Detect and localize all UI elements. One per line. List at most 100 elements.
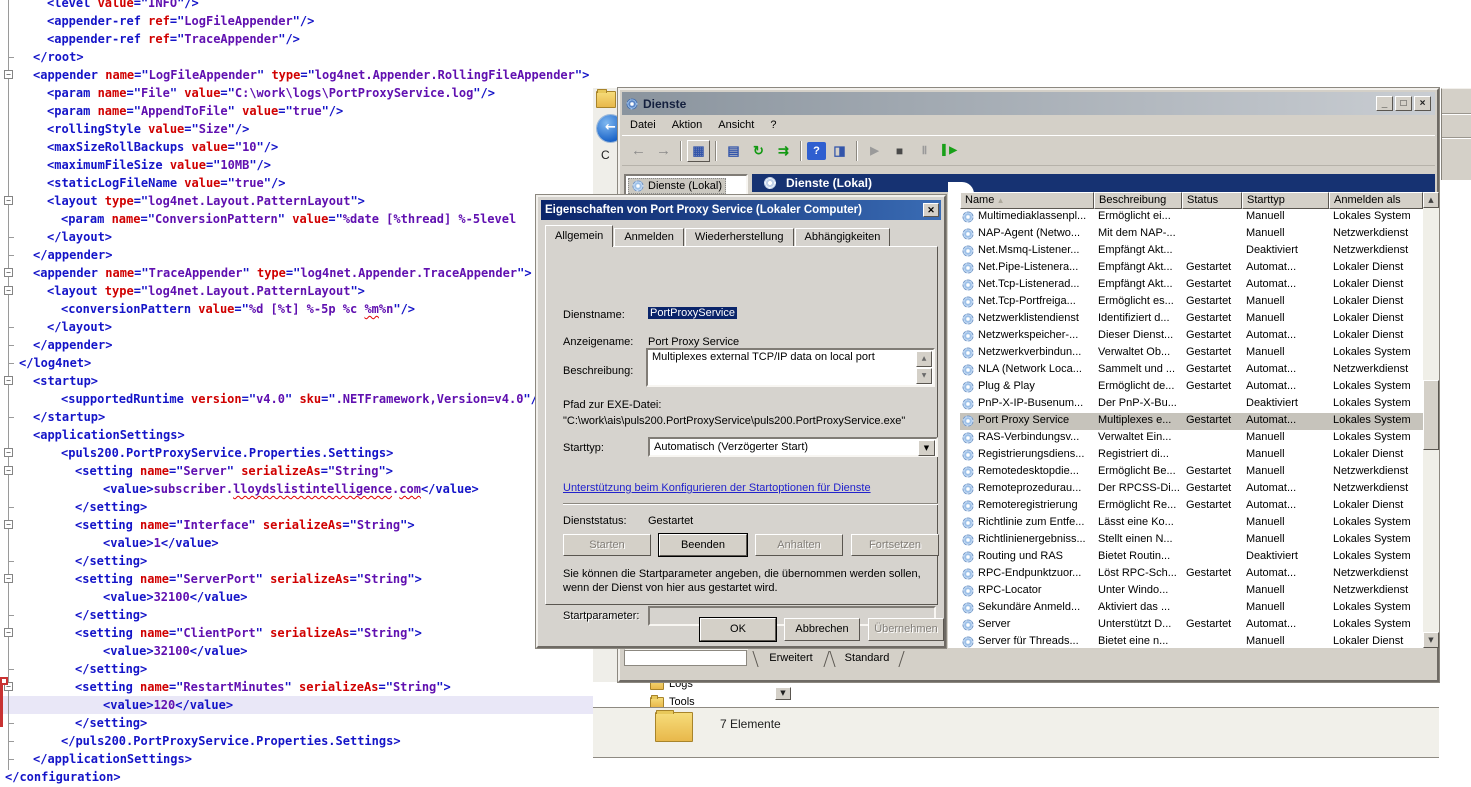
tab-allgemein[interactable]: Allgemein: [545, 225, 613, 247]
pause-service-icon[interactable]: Ⅱ: [913, 140, 936, 162]
service-row[interactable]: Net.Tcp-Listenerad...Empfängt Akt...Gest…: [960, 277, 1423, 294]
menu-ansicht[interactable]: Ansicht: [710, 117, 762, 133]
service-row[interactable]: RemoteregistrierungErmöglicht Re...Gesta…: [960, 498, 1423, 515]
close-button[interactable]: ×: [1414, 96, 1431, 111]
tab-erweitert[interactable]: Erweitert: [759, 651, 823, 667]
refresh-icon[interactable]: ↻: [747, 140, 770, 162]
startoptions-help-link[interactable]: Unterstützung beim Konfigurieren der Sta…: [563, 482, 871, 494]
abbrechen-button[interactable]: Abbrechen: [784, 618, 860, 641]
service-row[interactable]: RAS-Verbindungsv...Verwaltet Ein...Manue…: [960, 430, 1423, 447]
tab-anmelden[interactable]: Anmelden: [614, 228, 684, 247]
service-row[interactable]: NetzwerklistendienstIdentifiziert d...Ge…: [960, 311, 1423, 328]
start-service-icon[interactable]: ▶: [863, 140, 886, 162]
service-row[interactable]: Port Proxy ServiceMultiplexes e...Gestar…: [960, 413, 1423, 430]
service-row[interactable]: NAP-Agent (Netwo...Mit dem NAP-...Manuel…: [960, 226, 1423, 243]
restart-service-icon[interactable]: ▌▶: [938, 140, 961, 162]
service-row[interactable]: Registrierungsdiens...Registriert di...M…: [960, 447, 1423, 464]
menu-datei[interactable]: Datei: [622, 117, 664, 133]
beenden-button[interactable]: Beenden: [659, 534, 747, 556]
fold-collapse-icon[interactable]: −: [4, 520, 13, 529]
beschreibung-box[interactable]: Multiplexes external TCP/IP data on loca…: [646, 348, 935, 387]
scroll-up-icon[interactable]: ▲: [1423, 192, 1439, 208]
services-title-bar[interactable]: Dienste _ □ ×: [622, 92, 1435, 115]
combo-dropdown-icon[interactable]: ▼: [918, 440, 935, 456]
desc-scroll-up-icon[interactable]: ▲: [916, 351, 932, 367]
scroll-down-icon[interactable]: ▼: [1423, 632, 1439, 648]
fold-collapse-icon[interactable]: −: [4, 286, 13, 295]
menu-aktion[interactable]: Aktion: [664, 117, 711, 133]
service-row[interactable]: Remotedesktopdie...Ermöglicht Be...Gesta…: [960, 464, 1423, 481]
starten-button[interactable]: Starten: [563, 534, 651, 556]
dialog-close-icon[interactable]: ✕: [923, 203, 939, 217]
service-row[interactable]: NLA (Network Loca...Sammelt und ...Gesta…: [960, 362, 1423, 379]
column-header-name[interactable]: Name ▲: [960, 192, 1094, 209]
service-row[interactable]: Richtlinie zum Entfe...Lässt eine Ko...M…: [960, 515, 1423, 532]
minimize-button[interactable]: _: [1376, 96, 1393, 111]
fold-collapse-icon[interactable]: −: [4, 268, 13, 277]
column-header-beschreibung[interactable]: Beschreibung: [1094, 192, 1182, 209]
column-header-starttyp[interactable]: Starttyp: [1242, 192, 1329, 209]
explorer-combo-dropdown[interactable]: ▼: [775, 687, 791, 700]
tab-abhängigkeiten[interactable]: Abhängigkeiten: [795, 228, 891, 247]
service-starttype: Manuell: [1246, 431, 1285, 443]
service-row[interactable]: PnP-X-IP-Busenum...Der PnP-X-Bu...Deakti…: [960, 396, 1423, 413]
service-row[interactable]: Multimediaklassenpl...Ermöglicht ei...Ma…: [960, 209, 1423, 226]
service-logon: Lokaler Dienst: [1333, 329, 1403, 341]
fortsetzen-button[interactable]: Fortsetzen: [851, 534, 939, 556]
desc-scroll-down-icon[interactable]: ▼: [916, 368, 932, 384]
properties-icon[interactable]: ▤: [722, 140, 745, 162]
extended-view-icon[interactable]: ◨: [828, 140, 851, 162]
service-row[interactable]: ServerUnterstützt D...GestartetAutomat..…: [960, 617, 1423, 634]
anhalten-button[interactable]: Anhalten: [755, 534, 843, 556]
service-row[interactable]: Plug & PlayErmöglicht de...GestartetAuto…: [960, 379, 1423, 396]
tab-wiederherstellung[interactable]: Wiederherstellung: [685, 228, 794, 247]
stop-service-icon[interactable]: ■: [888, 140, 911, 162]
fold-collapse-icon[interactable]: −: [4, 70, 13, 79]
service-row[interactable]: RPC-LocatorUnter Windo...ManuellNetzwerk…: [960, 583, 1423, 600]
service-row[interactable]: Sekundäre Anmeld...Aktiviert das ...Manu…: [960, 600, 1423, 617]
service-row[interactable]: Netzwerkspeicher-...Dieser Dienst...Gest…: [960, 328, 1423, 345]
fold-collapse-icon[interactable]: −: [4, 466, 13, 475]
menu-?[interactable]: ?: [762, 117, 784, 133]
service-row[interactable]: Server für Threads...Bietet eine n...Man…: [960, 634, 1423, 648]
service-gear-icon: [962, 347, 973, 358]
column-header-anmelden-als[interactable]: Anmelden als: [1329, 192, 1423, 209]
tab-standard[interactable]: Standard: [836, 651, 898, 667]
export-list-icon[interactable]: ⇉: [772, 140, 795, 162]
service-row[interactable]: Routing und RASBietet Routin...Deaktivie…: [960, 549, 1423, 566]
fold-collapse-icon[interactable]: −: [4, 628, 13, 637]
fold-collapse-icon[interactable]: −: [4, 448, 13, 457]
services-scrollbar[interactable]: ▲ ▼: [1423, 192, 1439, 648]
help-icon[interactable]: ?: [807, 142, 826, 160]
fold-collapse-icon[interactable]: −: [4, 574, 13, 583]
starttyp-combobox[interactable]: Automatisch (Verzögerter Start) ▼: [648, 437, 938, 457]
column-header-status[interactable]: Status: [1182, 192, 1242, 209]
uebernehmen-button[interactable]: Übernehmen: [868, 618, 944, 641]
service-status: Gestartet: [1186, 567, 1231, 579]
code-line: <puls200.PortProxyService.Properties.Set…: [0, 444, 612, 462]
ok-button[interactable]: OK: [700, 618, 776, 641]
dialog-title-bar[interactable]: Eigenschaften von Port Proxy Service (Lo…: [541, 200, 941, 220]
maximize-button[interactable]: □: [1395, 96, 1412, 111]
console-tree-icon[interactable]: ▦: [687, 140, 710, 162]
service-row[interactable]: Remoteprozedurau...Der RPCSS-Di...Gestar…: [960, 481, 1423, 498]
code-line: </appender>: [0, 246, 612, 264]
tree-item-dienste-lokal[interactable]: Dienste (Lokal): [628, 178, 726, 194]
service-row[interactable]: Netzwerkverbindun...Verwaltet Ob...Gesta…: [960, 345, 1423, 362]
fold-collapse-icon[interactable]: −: [4, 196, 13, 205]
service-row[interactable]: Net.Msmq-Listener...Empfängt Akt...Deakt…: [960, 243, 1423, 260]
scrollbar-thumb[interactable]: [1423, 380, 1439, 450]
service-row[interactable]: Richtlinienergebniss...Stellt einen N...…: [960, 532, 1423, 549]
code-line: </root>: [0, 48, 612, 66]
folder-row[interactable]: Logs: [650, 682, 693, 692]
service-row[interactable]: Net.Pipe-Listenera...Empfängt Akt...Gest…: [960, 260, 1423, 277]
fold-collapse-icon[interactable]: −: [4, 376, 13, 385]
service-description: Dieser Dienst...: [1098, 329, 1173, 341]
service-row[interactable]: Net.Tcp-Portfreiga...Ermöglicht es...Ges…: [960, 294, 1423, 311]
back-icon[interactable]: ←: [627, 140, 650, 162]
service-row[interactable]: RPC-Endpunktzuor...Löst RPC-Sch...Gestar…: [960, 566, 1423, 583]
dienstname-value[interactable]: PortProxyService: [648, 307, 737, 319]
explorer-right-edge: [1441, 88, 1471, 180]
forward-icon[interactable]: →: [652, 140, 675, 162]
tree-item-label: Dienste (Lokal): [648, 180, 722, 192]
